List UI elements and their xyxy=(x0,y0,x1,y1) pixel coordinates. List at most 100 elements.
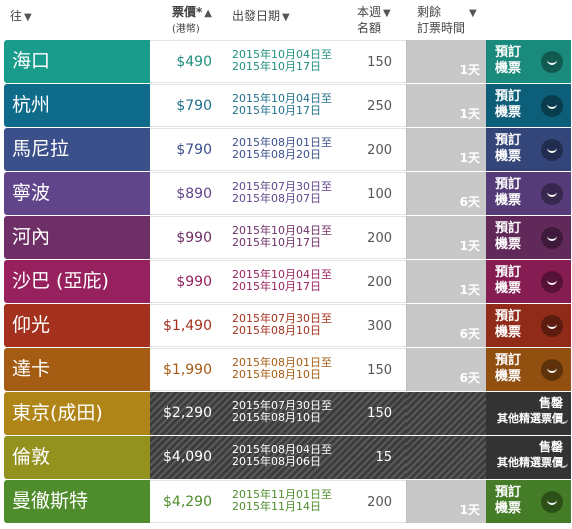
destination-name: 達卡 xyxy=(12,358,51,380)
book-ticket-button[interactable]: 預訂 機票 xyxy=(486,348,571,391)
remaining-time-column-header[interactable]: 剩餘 ▼ 訂票時間 xyxy=(417,5,477,35)
fare-info: $4,090 2015年08月04日至 2015年08月06日 15 xyxy=(150,436,406,479)
destination-cell[interactable]: 馬尼拉 xyxy=(4,128,150,171)
remaining-booking-time: 1天 xyxy=(406,84,486,127)
fare-price: $2,290 xyxy=(163,405,212,421)
book-ticket-button[interactable]: 預訂 機票 xyxy=(486,480,571,523)
destination-name: 海口 xyxy=(12,50,51,72)
destination-cell[interactable]: 曼徹斯特 xyxy=(4,480,150,523)
fare-info: $4,290 2015年11月01日至 2015年11月14日 200 xyxy=(150,480,406,523)
ticket-label: 機票 xyxy=(495,281,522,296)
fare-info: $890 2015年07月30日至 2015年08月07日 100 xyxy=(150,172,406,215)
destination-cell[interactable]: 杭州 xyxy=(4,84,150,127)
table-row[interactable]: 杭州 $790 2015年10月04日至 2015年10月17日 250 1天 … xyxy=(4,84,571,127)
book-ticket-button[interactable]: 預訂 機票 xyxy=(486,40,571,83)
weekly-quota: 200 xyxy=(367,143,392,158)
remaining-booking-time: 6天 xyxy=(406,304,486,347)
destination-name: 河內 xyxy=(12,226,51,248)
travel-dates: 2015年08月01日至 2015年08月10日 xyxy=(232,357,332,381)
date-end: 2015年10月17日 xyxy=(232,280,321,293)
book-ticket-button[interactable]: 預訂 機票 xyxy=(486,260,571,303)
destination-cell[interactable]: 仰光 xyxy=(4,304,150,347)
table-row[interactable]: 倫敦 $4,090 2015年08月04日至 2015年08月06日 15 售罄… xyxy=(4,436,571,479)
destination-name: 馬尼拉 xyxy=(12,138,70,160)
destination-cell[interactable]: 寧波 xyxy=(4,172,150,215)
table-row[interactable]: 河內 $990 2015年10月04日至 2015年10月17日 200 1天 … xyxy=(4,216,571,259)
table-row[interactable]: 寧波 $890 2015年07月30日至 2015年08月07日 100 6天 … xyxy=(4,172,571,215)
table-row[interactable]: 馬尼拉 $790 2015年08月01日至 2015年08月20日 200 1天… xyxy=(4,128,571,171)
remaining-days: 6天 xyxy=(459,371,480,385)
destination-cell[interactable]: 達卡 xyxy=(4,348,150,391)
travel-dates: 2015年11月01日至 2015年11月14日 xyxy=(232,489,332,513)
remaining-days: 1天 xyxy=(459,151,480,165)
fare-price: $990 xyxy=(176,230,212,246)
remaining-booking-time xyxy=(406,436,486,479)
weekly-quota: 150 xyxy=(367,55,392,70)
ticket-label: 機票 xyxy=(495,193,522,208)
smile-arrow-icon xyxy=(541,359,563,381)
sold-out-button[interactable]: 售罄 其他精選票價 xyxy=(486,436,571,479)
book-label: 預訂 xyxy=(495,485,522,500)
date-end: 2015年10月17日 xyxy=(232,236,321,249)
book-label: 預訂 xyxy=(495,133,522,148)
table-row[interactable]: 仰光 $1,490 2015年07月30日至 2015年08月10日 300 6… xyxy=(4,304,571,347)
remaining-booking-time xyxy=(406,392,486,435)
book-label: 預訂 xyxy=(495,177,522,192)
fare-info: $790 2015年08月01日至 2015年08月20日 200 xyxy=(150,128,406,171)
remaining-days: 1天 xyxy=(459,107,480,121)
book-ticket-button[interactable]: 預訂 機票 xyxy=(486,216,571,259)
price-column-header[interactable]: 票價* ▲ (港幣) xyxy=(172,5,212,37)
destination-cell[interactable]: 海口 xyxy=(4,40,150,83)
book-label: 預訂 xyxy=(495,45,522,60)
book-ticket-button[interactable]: 預訂 機票 xyxy=(486,304,571,347)
table-row[interactable]: 東京(成田) $2,290 2015年07月30日至 2015年08月10日 1… xyxy=(4,392,571,435)
smile-arrow-icon xyxy=(541,139,563,161)
fare-info: $1,990 2015年08月01日至 2015年08月10日 150 xyxy=(150,348,406,391)
travel-dates: 2015年08月01日至 2015年08月20日 xyxy=(232,137,332,161)
destination-cell[interactable]: 倫敦 xyxy=(4,436,150,479)
table-row[interactable]: 曼徹斯特 $4,290 2015年11月01日至 2015年11月14日 200… xyxy=(4,480,571,523)
ticket-label: 機票 xyxy=(495,501,522,516)
sort-down-icon[interactable]: ▼ xyxy=(24,12,32,23)
sort-down-icon[interactable]: ▼ xyxy=(383,8,391,19)
destination-name: 東京(成田) xyxy=(12,402,103,424)
destination-cell[interactable]: 沙巴 (亞庇) xyxy=(4,260,150,303)
sort-down-icon[interactable]: ▼ xyxy=(469,8,477,19)
destination-cell[interactable]: 東京(成田) xyxy=(4,392,150,435)
remaining-days: 1天 xyxy=(459,239,480,253)
destination-name: 寧波 xyxy=(12,182,51,204)
book-ticket-button[interactable]: 預訂 機票 xyxy=(486,172,571,215)
book-ticket-button[interactable]: 預訂 機票 xyxy=(486,84,571,127)
travel-dates: 2015年07月30日至 2015年08月07日 xyxy=(232,181,332,205)
sold-out-button[interactable]: 售罄 其他精選票價 xyxy=(486,392,571,435)
quota-column-header[interactable]: 本週 ▼ 名額 xyxy=(357,5,391,35)
remaining-booking-time: 1天 xyxy=(406,480,486,523)
ticket-label: 機票 xyxy=(495,325,522,340)
travel-dates: 2015年10月04日至 2015年10月17日 xyxy=(232,93,332,117)
table-row[interactable]: 達卡 $1,990 2015年08月01日至 2015年08月10日 150 6… xyxy=(4,348,571,391)
travel-dates: 2015年10月04日至 2015年10月17日 xyxy=(232,269,332,293)
fare-info: $990 2015年10月04日至 2015年10月17日 200 xyxy=(150,260,406,303)
destination-name: 曼徹斯特 xyxy=(12,490,89,512)
sort-down-icon[interactable]: ▼ xyxy=(282,12,290,23)
fare-price: $4,290 xyxy=(163,494,212,510)
weekly-quota: 200 xyxy=(367,495,392,510)
weekly-quota: 200 xyxy=(367,231,392,246)
table-header: 往 ▼ 票價* ▲ (港幣) 出發日期 ▼ 本週 ▼ 名額 剩餘 ▼ 訂票時間 xyxy=(0,0,572,40)
book-ticket-button[interactable]: 預訂 機票 xyxy=(486,128,571,171)
date-column-header[interactable]: 出發日期 ▼ xyxy=(232,9,290,25)
sold-out-label: 售罄 xyxy=(538,440,563,454)
table-row[interactable]: 海口 $490 2015年10月04日至 2015年10月17日 150 1天 … xyxy=(4,40,571,83)
fare-price: $1,990 xyxy=(163,362,212,378)
sold-out-label: 售罄 xyxy=(538,396,563,410)
date-end: 2015年10月17日 xyxy=(232,60,321,73)
dest-column-header[interactable]: 往 ▼ xyxy=(10,9,32,25)
travel-dates: 2015年10月04日至 2015年10月17日 xyxy=(232,49,332,73)
destination-name: 仰光 xyxy=(12,314,51,336)
date-end: 2015年08月07日 xyxy=(232,192,321,205)
destination-cell[interactable]: 河內 xyxy=(4,216,150,259)
weekly-quota: 200 xyxy=(367,275,392,290)
fare-info: $2,290 2015年07月30日至 2015年08月10日 150 xyxy=(150,392,406,435)
table-row[interactable]: 沙巴 (亞庇) $990 2015年10月04日至 2015年10月17日 20… xyxy=(4,260,571,303)
sort-up-icon[interactable]: ▲ xyxy=(204,8,212,19)
